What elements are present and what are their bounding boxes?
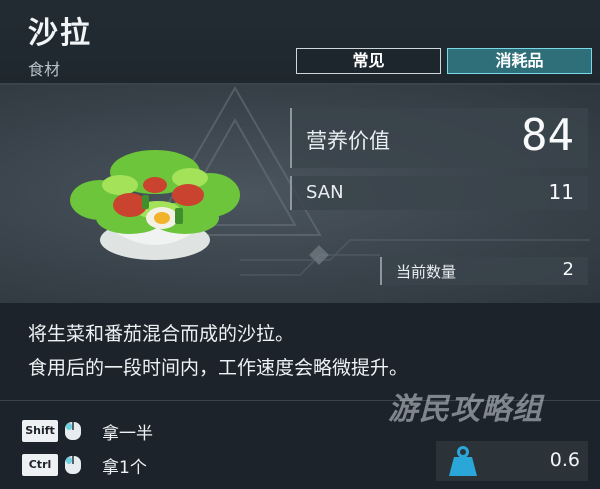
san-value: 11 bbox=[548, 180, 574, 204]
description-line-1: 将生菜和番茄混合而成的沙拉。 bbox=[28, 323, 295, 345]
san-label: SAN bbox=[306, 182, 344, 203]
salad-item-image bbox=[70, 150, 240, 260]
shift-key-icon: Shift bbox=[22, 420, 58, 442]
mouse-click-icon bbox=[65, 422, 81, 440]
take-half-label: 拿一半 bbox=[102, 424, 153, 444]
mouse-click-icon bbox=[65, 456, 81, 474]
quantity-label: 当前数量 bbox=[396, 263, 457, 281]
san-stat: SAN 11 bbox=[290, 176, 588, 210]
weight-icon bbox=[449, 446, 477, 476]
item-detail-panel: 营养价值 84 SAN 11 当前数量 2 bbox=[0, 85, 600, 303]
ctrl-key-icon: Ctrl bbox=[22, 454, 58, 476]
weight-display: 0.6 bbox=[436, 441, 588, 481]
watermark: 游民攻略组 bbox=[388, 392, 543, 427]
nutrition-value: 84 bbox=[521, 110, 574, 161]
quantity-stat: 当前数量 2 bbox=[380, 257, 588, 285]
rarity-tag: 常见 bbox=[296, 48, 441, 74]
quantity-value: 2 bbox=[562, 259, 574, 280]
item-type: 食材 bbox=[28, 60, 61, 79]
description-line-2: 食用后的一段时间内，工作速度会略微提升。 bbox=[28, 357, 409, 379]
nutrition-label: 营养价值 bbox=[306, 129, 390, 153]
weight-value: 0.6 bbox=[549, 449, 580, 471]
item-header: 沙拉 食材 常见 消耗品 bbox=[0, 0, 600, 85]
take-one-label: 拿1个 bbox=[102, 458, 147, 478]
category-tag: 消耗品 bbox=[447, 48, 592, 74]
item-name: 沙拉 bbox=[28, 16, 92, 51]
nutrition-stat: 营养价值 84 bbox=[290, 108, 588, 168]
